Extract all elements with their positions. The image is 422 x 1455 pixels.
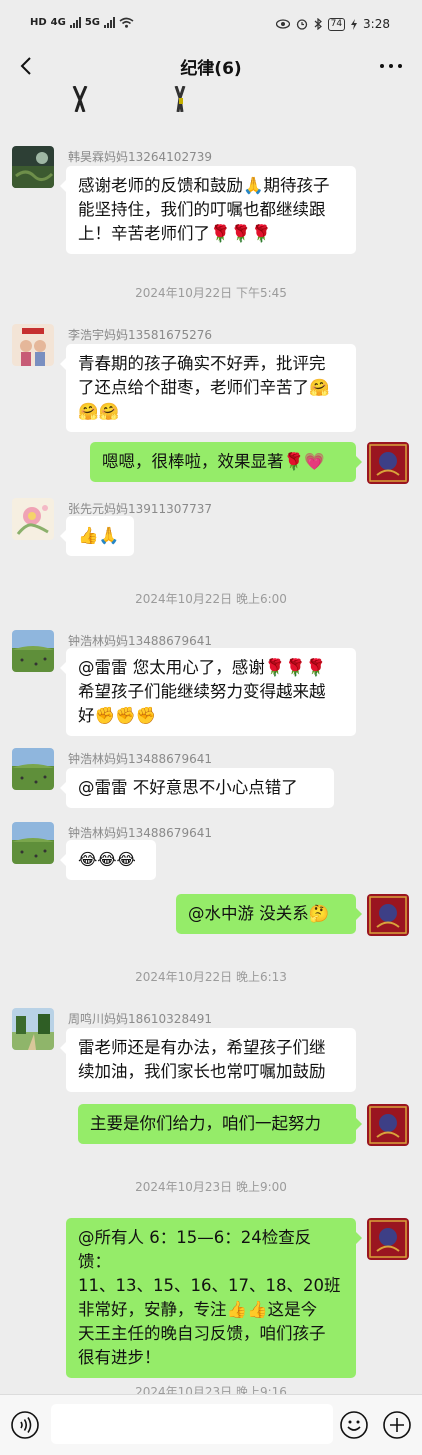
message-bubble[interactable]: @雷雷 您太用心了，感谢🌹🌹🌹 希望孩子们能继续努力变得越来越 好✊✊✊ (60, 648, 356, 736)
eye-icon (275, 19, 290, 29)
hd-indicator: HD (30, 17, 47, 28)
my-avatar[interactable] (367, 894, 409, 936)
input-bar (0, 1394, 422, 1455)
my-avatar[interactable] (367, 1218, 409, 1260)
emoji-icon[interactable] (339, 1410, 369, 1440)
cropped-image (174, 86, 186, 112)
signal-2-icon (104, 17, 116, 28)
charging-icon (351, 18, 358, 30)
more-icon[interactable] (378, 56, 404, 76)
avatar[interactable] (12, 324, 54, 366)
plus-icon[interactable] (382, 1410, 412, 1440)
message-timestamp: 2024年10月23日 晚上9:16 (135, 1385, 287, 1394)
chat-title: 纪律(6) (180, 59, 242, 79)
back-icon[interactable] (14, 52, 42, 80)
avatar[interactable] (12, 498, 54, 540)
message-timestamp: 2024年10月22日 晚上6:00 (135, 592, 287, 606)
message-input[interactable] (51, 1404, 333, 1444)
message-bubble[interactable]: 😂😂😂 (60, 840, 156, 880)
avatar[interactable] (12, 748, 54, 790)
avatar[interactable] (12, 822, 54, 864)
my-avatar[interactable] (367, 1104, 409, 1146)
sender-name: 韩昊霖妈妈13264102739 (68, 150, 212, 164)
clock: 3:28 (363, 17, 390, 31)
message-timestamp: 2024年10月22日 下午5:45 (135, 286, 287, 300)
avatar[interactable] (12, 1008, 54, 1050)
chat-area[interactable]: 韩昊霖妈妈13264102739 感谢老师的反馈和鼓励🙏期待孩子 能坚持住，我们… (0, 86, 422, 1394)
status-right: 74 3:28 (275, 17, 390, 31)
alarm-icon (296, 19, 307, 30)
message-bubble[interactable]: 👍🙏 (60, 516, 134, 556)
message-bubble-self[interactable]: 嗯嗯，很棒啦，效果显著🌹💗 (90, 442, 362, 482)
avatar[interactable] (12, 146, 54, 188)
sender-name: 钟浩林妈妈13488679641 (68, 826, 212, 840)
message-bubble[interactable]: 雷老师还是有办法，希望孩子们继 续加油，我们家长也常叮嘱加鼓励 (60, 1028, 356, 1092)
battery-icon: 74 (327, 17, 346, 31)
message-bubble-self[interactable]: @所有人 6：15—6：24检查反馈： 11、13、15、16、17、18、20… (66, 1218, 362, 1378)
sender-name: 李浩宇妈妈13581675276 (68, 328, 212, 342)
my-avatar[interactable] (367, 442, 409, 484)
sender-name: 钟浩林妈妈13488679641 (68, 634, 212, 648)
message-timestamp: 2024年10月23日 晚上9:00 (135, 1180, 287, 1194)
voice-icon[interactable] (10, 1410, 40, 1440)
status-left: HD 4G 5G (30, 17, 134, 28)
message-bubble[interactable]: @雷雷 不好意思不小心点错了 (60, 768, 334, 808)
message-bubble-self[interactable]: 主要是你们给力，咱们一起努力 (78, 1104, 362, 1144)
sender-name: 周鸣川妈妈18610328491 (68, 1012, 212, 1026)
message-timestamp: 2024年10月22日 晚上6:13 (135, 970, 287, 984)
signal-1-label: 4G (50, 17, 66, 28)
bluetooth-icon (314, 18, 322, 30)
message-bubble[interactable]: 青春期的孩子确实不好弄，批评完 了还点给个甜枣，老师们辛苦了🤗 🤗🤗 (60, 344, 356, 432)
avatar[interactable] (12, 630, 54, 672)
message-bubble[interactable]: 感谢老师的反馈和鼓励🙏期待孩子 能坚持住，我们的叮嘱也都继续跟 上！辛苦老师们了… (60, 166, 356, 254)
status-bar: HD 4G 5G 74 3:28 (0, 0, 422, 46)
nav-bar: 纪律(6) (0, 46, 422, 86)
sender-name: 钟浩林妈妈13488679641 (68, 752, 212, 766)
signal-2-label: 5G (84, 17, 101, 28)
message-bubble-self[interactable]: @水中游 没关系🤔 (176, 894, 362, 934)
cropped-image (72, 86, 88, 112)
sender-name: 张先元妈妈13911307737 (68, 502, 212, 516)
wifi-icon (119, 17, 134, 28)
signal-1-icon (69, 17, 81, 28)
